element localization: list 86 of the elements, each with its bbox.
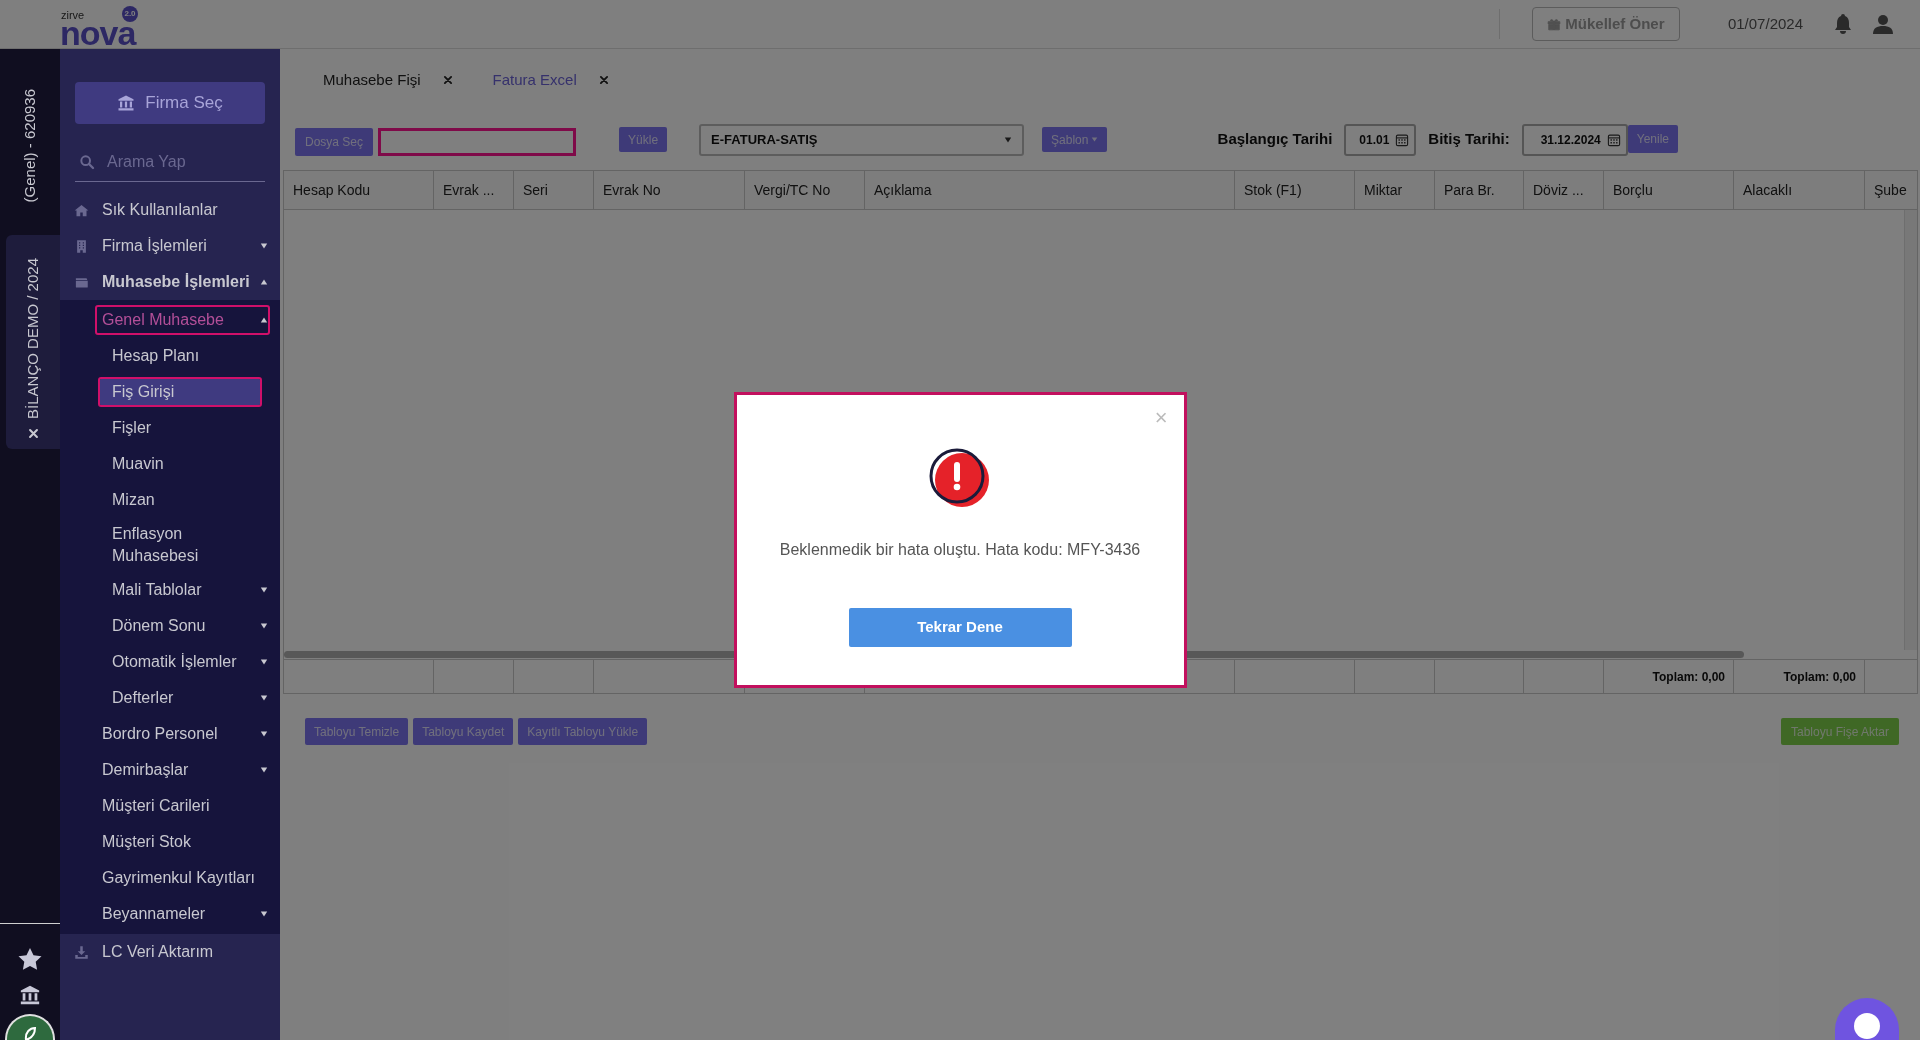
bank-icon (117, 94, 136, 112)
column-header[interactable]: Seri (514, 171, 594, 209)
column-header[interactable]: Döviz ... (1524, 171, 1604, 209)
sidebar-item[interactable]: Mali Tablolar (112, 579, 268, 601)
column-header[interactable]: Borçlu (1604, 171, 1734, 209)
column-header[interactable]: Alacaklı (1734, 171, 1865, 209)
sidebar-item[interactable]: Gayrimenkul Kayıtları (102, 867, 268, 889)
star-icon[interactable] (18, 948, 42, 970)
column-header[interactable]: Evrak ... (434, 171, 514, 209)
gift-icon (1547, 17, 1562, 31)
calendar-icon (1395, 132, 1410, 147)
caret-icon (260, 586, 268, 594)
file-field[interactable] (378, 127, 577, 156)
home-icon (74, 202, 89, 218)
column-header[interactable]: Açıklama (865, 171, 1235, 209)
close-icon[interactable] (442, 75, 453, 85)
column-header[interactable]: Hesap Kodu (284, 171, 434, 209)
sidebar-item[interactable]: Müşteri Stok (102, 831, 268, 853)
version-badge: 2.0 (122, 6, 138, 22)
type-select[interactable]: E-FATURA-SATIŞ (699, 123, 1025, 156)
error-icon (929, 448, 991, 508)
sidebar-item[interactable]: Otomatik İşlemler (112, 651, 268, 673)
caret-icon (260, 730, 268, 738)
bank-icon[interactable] (19, 984, 41, 1006)
user-icon[interactable] (1873, 14, 1893, 34)
sidebar-item[interactable]: Bordro Personel (102, 723, 268, 745)
caret-icon (260, 658, 268, 666)
sidebar-item[interactable]: Mizan (112, 489, 268, 511)
sidebar-item[interactable]: LC Veri Aktarım (74, 941, 268, 963)
start-date-label: Başlangıç Tarihi (1217, 129, 1333, 150)
close-icon[interactable] (598, 75, 609, 85)
search-icon (79, 153, 95, 170)
column-header[interactable]: Para Br. (1435, 171, 1524, 209)
tab[interactable]: Fatura Excel (492, 68, 577, 92)
date-text: 01/07/2024 (1727, 13, 1803, 34)
error-message: Beklenmedik bir hata oluştu. Hata kodu: MFY-3436 (779, 540, 1141, 560)
caret-icon (1004, 135, 1013, 144)
caret-icon (260, 694, 268, 702)
caret-icon (260, 316, 268, 324)
date-value: 31.12.2024 (1540, 131, 1601, 149)
end-date-label: Bitiş Tarihi: (1428, 129, 1510, 150)
caret-icon (260, 622, 268, 630)
caret-icon (260, 278, 268, 286)
sidebar-item[interactable]: Demirbaşlar (102, 759, 268, 781)
leaf-icon (23, 1026, 37, 1040)
chat-button[interactable] (1835, 998, 1899, 1040)
sidebar-item[interactable]: Enflasyon Muhasebesi (112, 523, 268, 567)
bell-icon[interactable] (1833, 13, 1853, 35)
sidebar-item[interactable]: Müşteri Carileri (102, 795, 268, 817)
workspace-label: BİLANÇO DEMO / 2024 (22, 257, 42, 419)
sidebar-item[interactable]: Dönem Sonu (112, 615, 268, 637)
search-field[interactable]: Arama Yap (107, 149, 261, 174)
column-header[interactable]: Evrak No (594, 171, 745, 209)
company-select-button[interactable]: Firma Seç (75, 82, 265, 124)
sidebar-item[interactable]: Defterler (112, 687, 268, 709)
sidebar-item[interactable]: Hesap Planı (112, 345, 268, 367)
total-cell: Toplam: 0,00 (1604, 660, 1734, 693)
date-value: 01.01 (1359, 131, 1390, 149)
column-header[interactable]: Stok (F1) (1235, 171, 1355, 209)
sidebar-item[interactable]: Fişler (112, 417, 268, 439)
sidebar-item[interactable]: Beyannameler (102, 903, 268, 925)
sidebar-item[interactable]: Firma İşlemleri (74, 235, 268, 257)
app-badge[interactable] (5, 1014, 55, 1040)
tab[interactable]: Muhasebe Fişi (323, 68, 421, 92)
caret-icon (260, 242, 268, 250)
sidebar-item[interactable]: Muavin (112, 453, 268, 475)
end-date-field[interactable]: 31.12.2024 (1521, 123, 1628, 156)
sidebar-item[interactable]: Genel Muhasebe (97, 307, 268, 333)
select-value: E-FATURA-SATIŞ (711, 130, 819, 149)
building-icon (74, 238, 89, 254)
caret-icon (260, 766, 268, 774)
sidebar-item[interactable]: Muhasebe İşlemleri (74, 271, 268, 293)
retry-button[interactable]: Tekrar Dene (848, 608, 1072, 647)
sidebar-item[interactable]: Sık Kullanılanlar (74, 199, 268, 221)
vertical-scrollbar[interactable] (1904, 210, 1917, 650)
calendar-icon (1606, 132, 1621, 147)
download-icon (74, 944, 89, 960)
sidebar-item[interactable]: Fiş Girişi (100, 379, 260, 405)
caret-icon (1091, 136, 1099, 143)
total-cell: Toplam: 0,00 (1734, 660, 1865, 693)
caret-icon (260, 910, 268, 918)
column-header[interactable]: Şube (1865, 171, 1916, 209)
column-header[interactable]: Vergi/TC No (745, 171, 865, 209)
start-date-field[interactable]: 01.01 (1344, 123, 1417, 156)
column-header[interactable]: Miktar (1355, 171, 1435, 209)
company-label: (Genel) - 620936 (19, 89, 39, 203)
